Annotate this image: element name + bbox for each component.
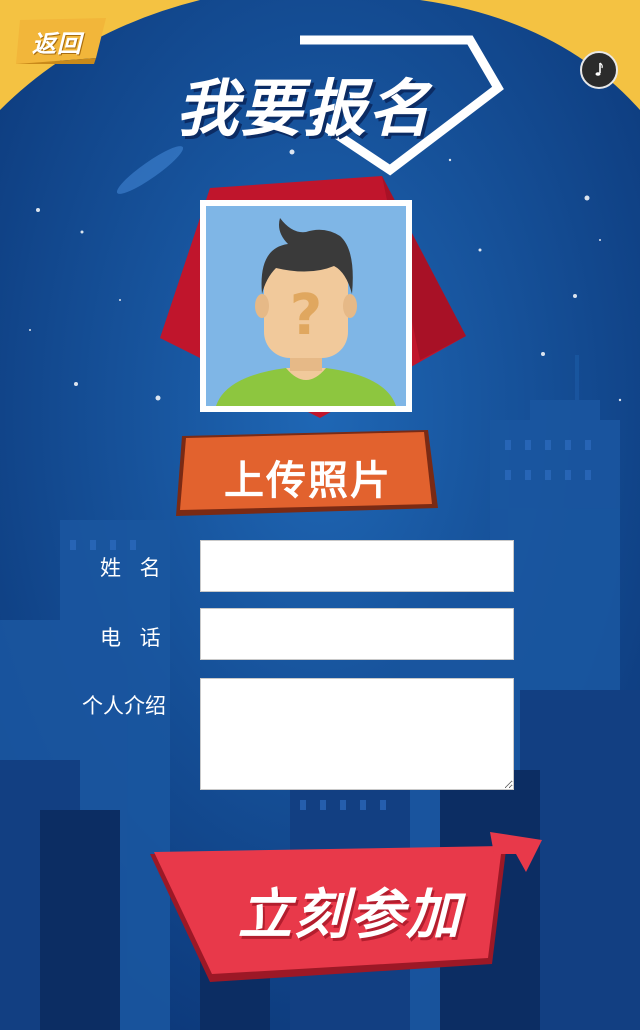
- page-title: 我要报名: [176, 72, 433, 145]
- upload-photo-label: 上传照片: [224, 458, 392, 504]
- intro-textarea[interactable]: [200, 678, 514, 790]
- svg-text:?: ?: [290, 283, 322, 348]
- music-note-icon: [595, 62, 603, 76]
- phone-label: 电 话: [100, 626, 167, 650]
- upload-photo-button[interactable]: 上传照片: [176, 430, 440, 520]
- phone-input[interactable]: [200, 608, 514, 660]
- name-label: 姓 名: [100, 556, 167, 580]
- intro-label: 个人介绍: [82, 694, 166, 718]
- name-input[interactable]: [200, 540, 514, 592]
- avatar-question-icon: ?: [206, 206, 406, 406]
- join-now-button[interactable]: 立刻参加: [150, 832, 546, 992]
- photo-placeholder[interactable]: ?: [200, 200, 412, 412]
- back-button-label: 返回: [32, 30, 82, 58]
- back-button[interactable]: 返回: [14, 18, 106, 64]
- music-toggle-button[interactable]: [580, 51, 618, 89]
- join-now-label: 立刻参加: [238, 883, 462, 946]
